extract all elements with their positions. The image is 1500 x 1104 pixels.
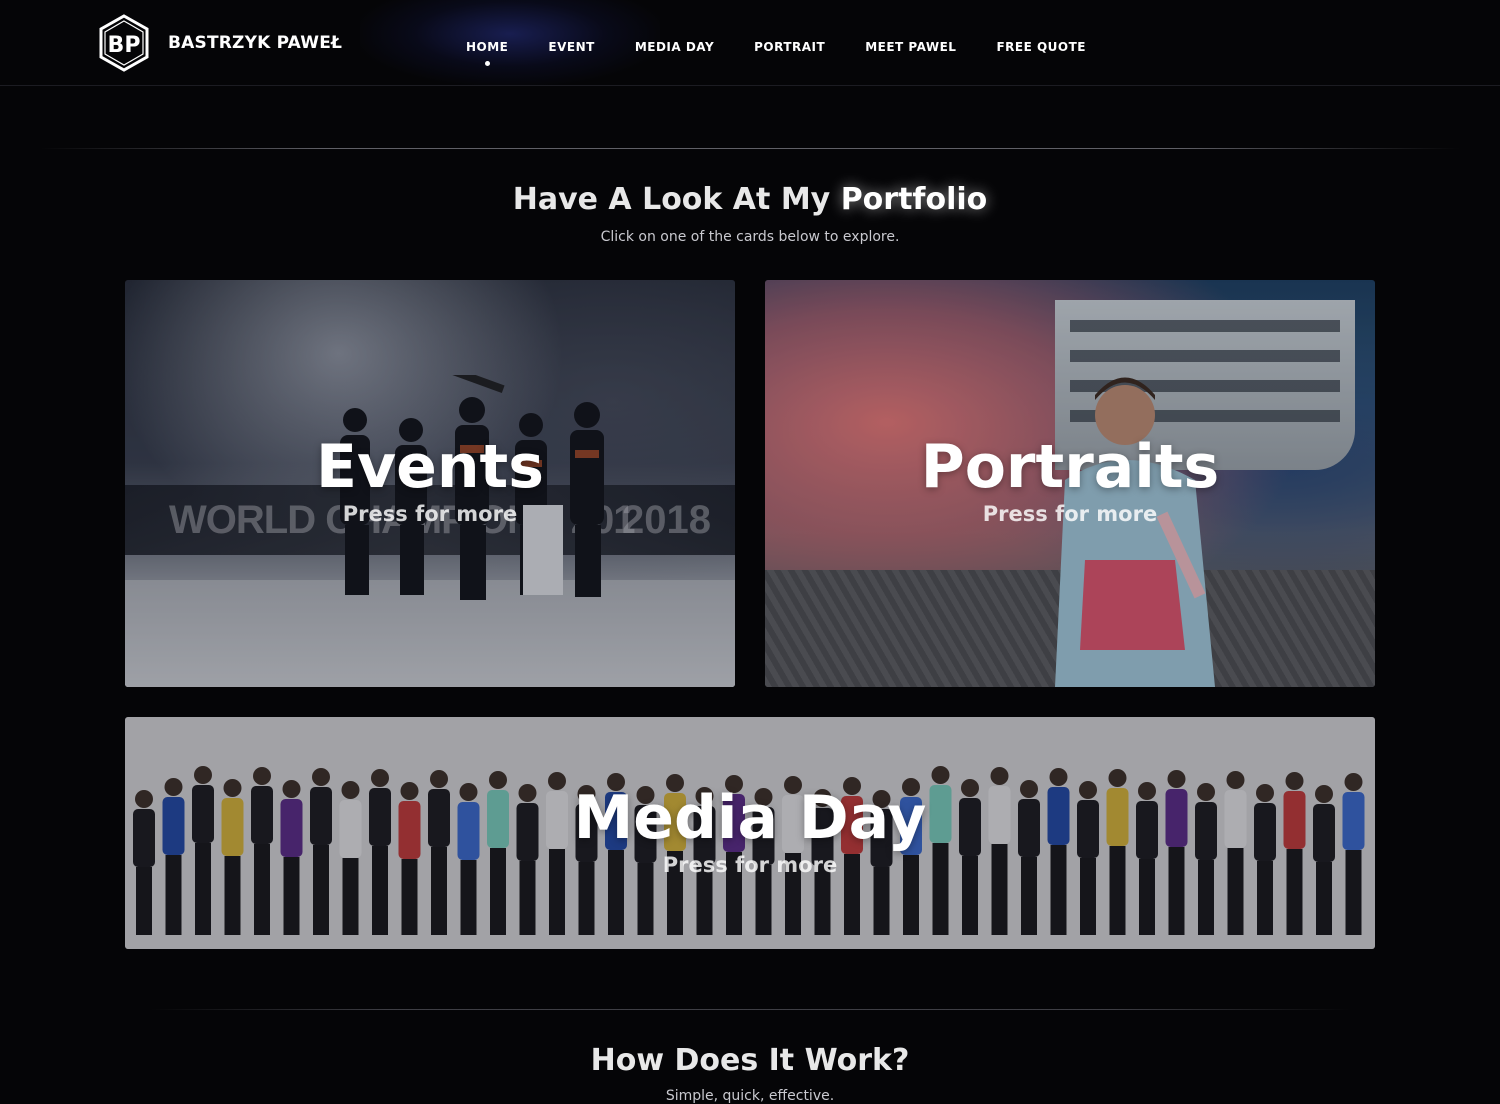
portraits-card[interactable]: Portraits Press for more xyxy=(765,280,1375,687)
portfolio-heading-highlight: Portfolio xyxy=(840,182,988,217)
site-header: BP BASTRZYK PAWEŁ HOME EVENT MEDIA DAY P… xyxy=(0,0,1500,86)
how-it-works-subtitle: Simple, quick, effective. xyxy=(665,1088,835,1104)
how-it-works-heading: How Does It Work? xyxy=(590,1043,910,1078)
section-divider xyxy=(40,148,1460,149)
nav-home-label: HOME xyxy=(466,40,509,54)
media-day-card-title: Media Day xyxy=(573,783,927,853)
nav-event-label: EVENT xyxy=(548,40,595,54)
events-card-cta: Press for more xyxy=(342,502,518,526)
portfolio-heading: Have A Look At My Portfolio xyxy=(0,182,1500,217)
brand-name: BASTRZYK PAWEŁ xyxy=(168,33,343,53)
nav-media-day-label: MEDIA DAY xyxy=(634,40,715,54)
portfolio-heading-prefix: Have A Look At My xyxy=(512,182,831,217)
nav-portrait-label: PORTRAIT xyxy=(754,40,826,54)
nav-portrait[interactable]: PORTRAIT xyxy=(754,40,825,54)
main-nav: HOME EVENT MEDIA DAY PORTRAIT MEET PAWEL… xyxy=(466,40,1126,66)
portraits-card-cta: Press for more xyxy=(982,502,1158,526)
nav-home[interactable]: HOME xyxy=(466,40,509,66)
nav-free-quote[interactable]: FREE QUOTE xyxy=(996,40,1086,54)
svg-text:BP: BP xyxy=(108,33,141,58)
bp-monogram-hexagon-icon: BP xyxy=(99,14,149,72)
portfolio-subtitle: Click on one of the cards below to explo… xyxy=(600,229,900,245)
nav-meet-pawel[interactable]: MEET PAWEL xyxy=(865,40,956,54)
brand-logo-link[interactable]: BP BASTRZYK PAWEŁ xyxy=(98,14,342,72)
media-day-card-cta: Press for more xyxy=(662,853,838,877)
section-divider-2 xyxy=(150,1009,1350,1010)
nav-free-quote-label: FREE QUOTE xyxy=(996,40,1086,54)
nav-active-indicator xyxy=(484,61,490,66)
nav-meet-pawel-label: MEET PAWEL xyxy=(865,40,957,54)
events-card[interactable]: WORLD CHAMPIONS 201 2018 Events Press fo… xyxy=(125,280,735,687)
events-card-title: Events xyxy=(316,432,544,502)
media-day-card[interactable]: Media Day Press for more xyxy=(125,717,1375,949)
nav-media-day[interactable]: MEDIA DAY xyxy=(635,40,714,54)
nav-event[interactable]: EVENT xyxy=(548,40,594,54)
portraits-card-title: Portraits xyxy=(920,432,1220,502)
